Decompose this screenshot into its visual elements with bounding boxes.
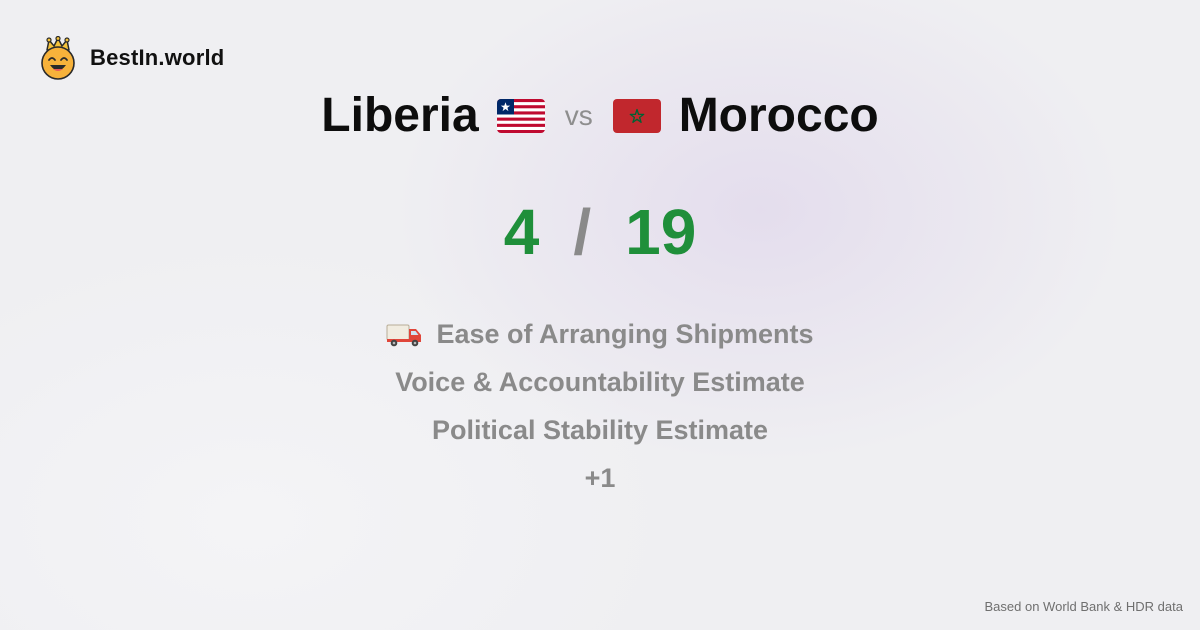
metric-item: Ease of Arranging Shipments (386, 310, 814, 358)
metric-label: Voice & Accountability Estimate (395, 367, 805, 397)
more-metrics-count: +1 (585, 454, 616, 502)
more-metrics-label: +1 (584, 463, 616, 493)
morocco-flag-icon (612, 99, 661, 133)
vs-label: vs (564, 100, 593, 131)
data-source-note: Based on World Bank & HDR data (984, 599, 1183, 614)
left-score: 4 (503, 196, 540, 268)
metric-label: Ease of Arranging Shipments (436, 319, 814, 349)
metric-item: Political Stability Estimate (432, 406, 768, 454)
metrics-list: Ease of Arranging Shipments Voice & Acco… (0, 310, 1200, 502)
score-display: 4 / 19 (0, 192, 1200, 272)
comparison-title: Liberia vs Morocco (0, 84, 1200, 148)
brand[interactable]: BestIn.world (38, 36, 224, 80)
metric-label: Political Stability Estimate (431, 415, 769, 445)
left-country-name: Liberia (321, 89, 479, 142)
right-country-name: Morocco (678, 89, 879, 142)
right-score: 19 (625, 196, 697, 268)
crowned-smiley-icon (41, 36, 75, 80)
delivery-truck-icon (386, 324, 422, 347)
score-separator: / (573, 196, 592, 268)
metric-item: Voice & Accountability Estimate (395, 358, 805, 406)
liberia-flag-icon (496, 99, 545, 133)
brand-name: BestIn.world (90, 45, 225, 70)
